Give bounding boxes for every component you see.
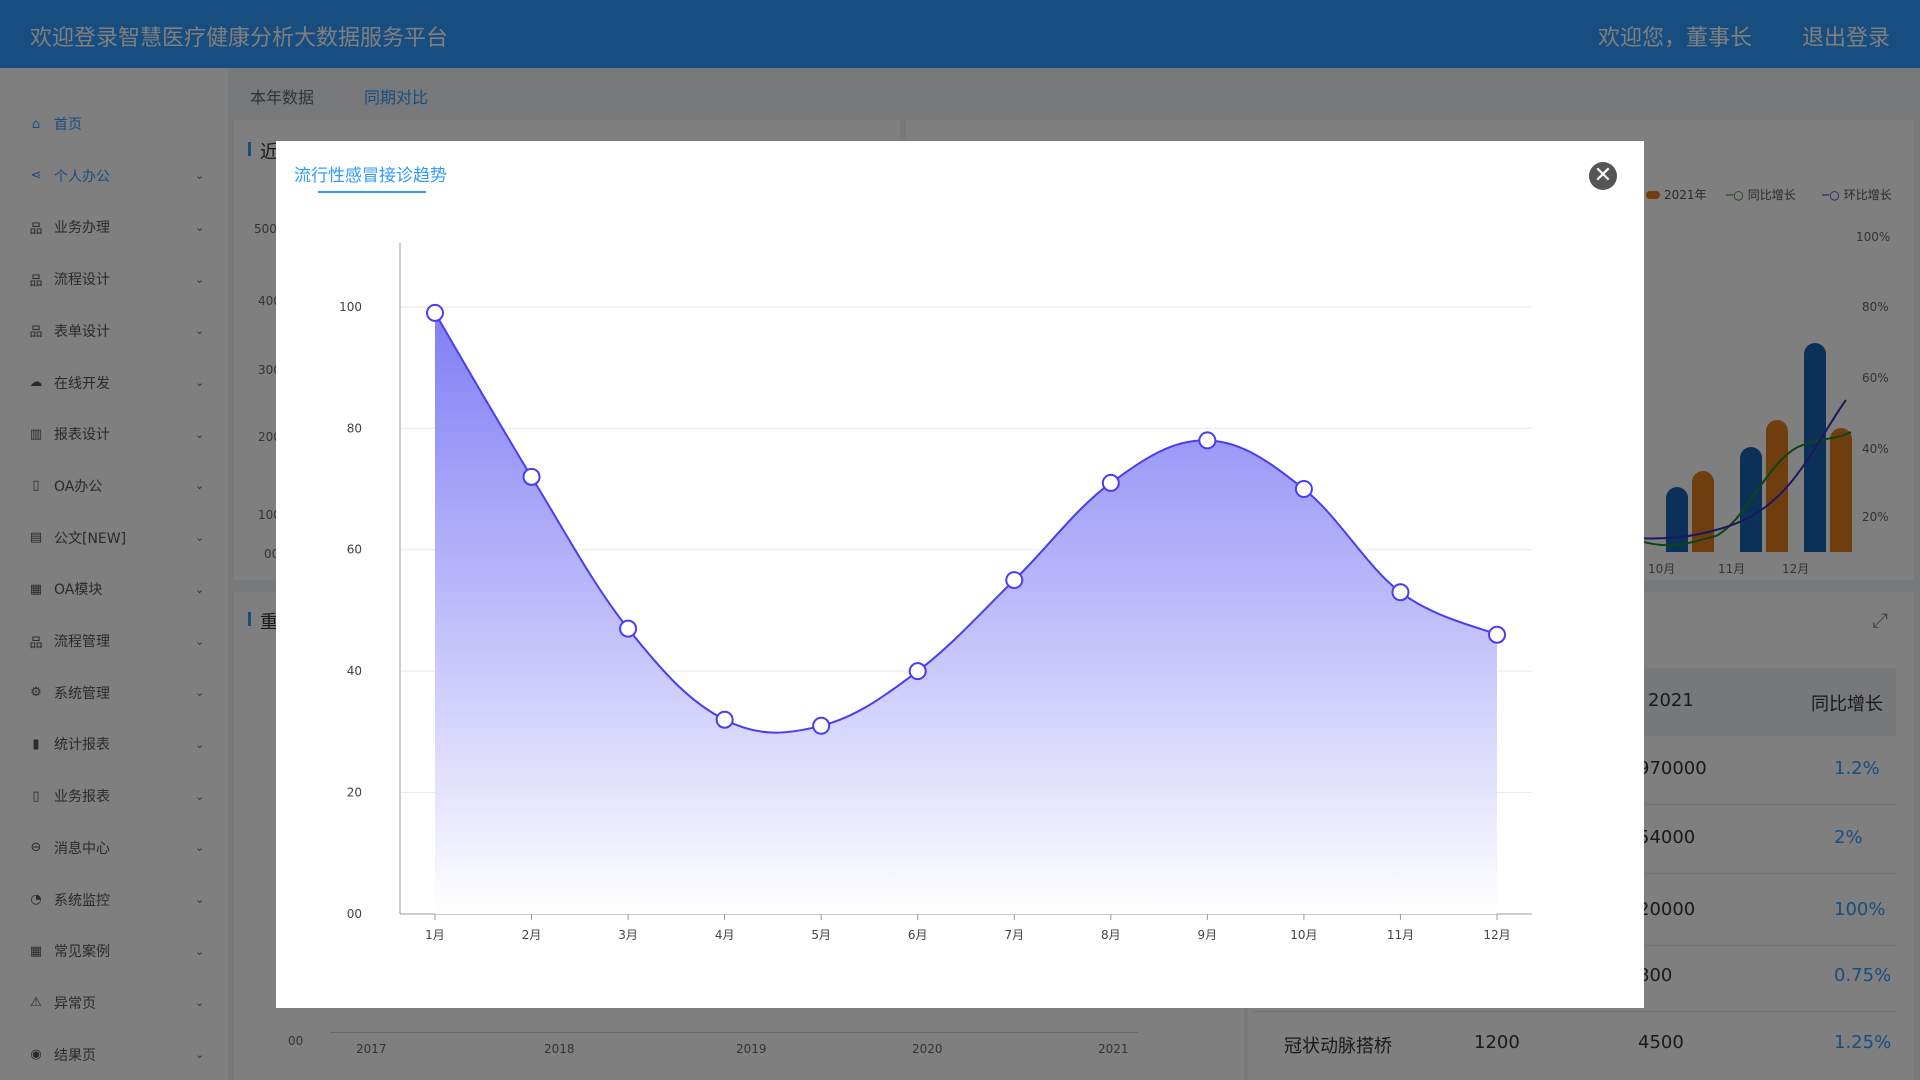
x-tick-label: 3月	[618, 928, 638, 942]
y-tick-label: 40	[347, 664, 362, 678]
x-tick-label: 2月	[522, 928, 542, 942]
x-tick-label: 7月	[1004, 928, 1024, 942]
data-point	[1005, 571, 1024, 590]
area-fill	[435, 312, 1497, 914]
data-point	[1488, 625, 1506, 644]
y-tick-label: 00	[347, 907, 362, 921]
y-tick-label: 20	[347, 786, 362, 800]
x-tick-label: 8月	[1101, 928, 1121, 942]
data-point	[619, 619, 638, 638]
data-point	[1198, 431, 1217, 450]
flu-trend-chart: 00 20 40 60 80 100 1月 2月 3月 4月 5月 6月 7月 8月 9月 10月 11月 12月	[339, 243, 1532, 942]
x-tick-label: 5月	[811, 928, 831, 942]
y-tick-label: 100	[339, 300, 362, 314]
data-point	[1101, 473, 1120, 492]
data-point	[1294, 480, 1313, 498]
x-tick-label: 9月	[1198, 928, 1218, 942]
y-tick-label: 80	[347, 421, 362, 435]
trend-modal: 流行性感冒接诊趋势 ✕ 00 20 40 60 80 100 1月 2月 3月 4月 5月 6月 7月 8…	[276, 141, 1644, 1008]
data-point	[522, 467, 541, 486]
x-tick-label: 1月	[425, 928, 445, 942]
data-point	[812, 716, 831, 735]
data-point	[715, 710, 734, 729]
data-point	[1391, 583, 1410, 602]
data-point	[908, 662, 927, 681]
x-tick-label: 10月	[1290, 928, 1317, 942]
x-tick-label: 11月	[1387, 928, 1414, 942]
y-tick-label: 60	[347, 543, 362, 557]
x-tick-label: 12月	[1483, 928, 1510, 942]
x-tick-label: 6月	[908, 928, 928, 942]
data-point	[426, 303, 444, 322]
x-tick-label: 4月	[715, 928, 735, 942]
